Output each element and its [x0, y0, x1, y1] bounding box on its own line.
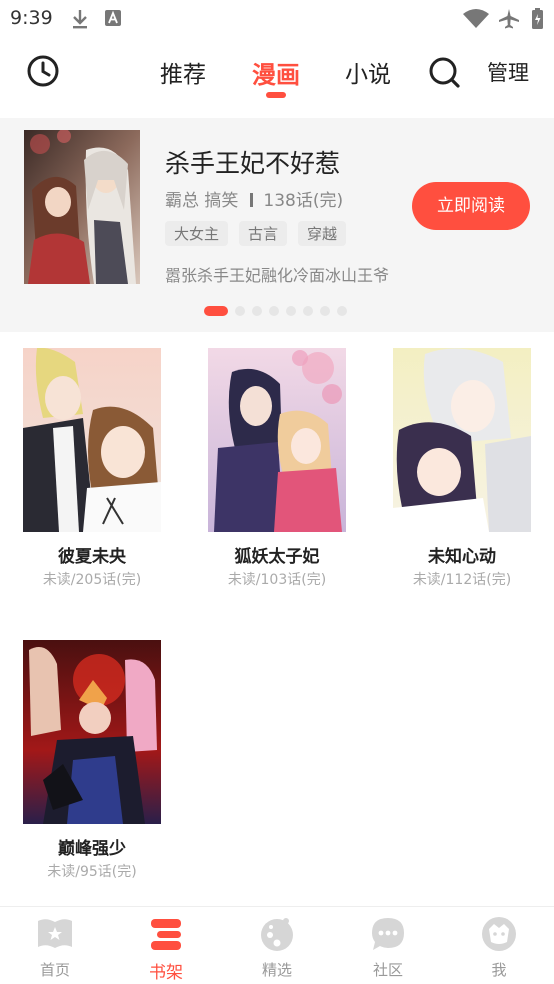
banner-page-dot[interactable] — [303, 306, 313, 316]
book-title[interactable]: 巅峰强少 — [23, 834, 161, 859]
nav-community[interactable]: 社区 — [333, 907, 443, 984]
banner-tags: 大女主 古言 穿越 — [165, 221, 357, 246]
banner-description: 嚣张杀手王妃融化冷面冰山王爷 — [165, 266, 390, 285]
book-progress: 未读/103话(完) — [227, 572, 327, 588]
airplane-icon — [497, 8, 521, 34]
top-nav: 推荐 漫画 小说 管理 — [0, 40, 554, 106]
book-progress: 未读/112话(完) — [412, 572, 512, 588]
manage-button[interactable]: 管理 — [487, 57, 529, 87]
nav-home[interactable]: 首页 — [0, 907, 110, 984]
banner-page-dot[interactable] — [269, 306, 279, 316]
book-title[interactable]: 未知心动 — [393, 542, 531, 567]
nav-profile[interactable]: 我 — [444, 907, 554, 984]
bookshelf-icon — [147, 915, 185, 953]
nav-label: 我 — [491, 961, 507, 979]
banner-page-dot[interactable] — [252, 306, 262, 316]
banner-page-dot[interactable] — [286, 306, 296, 316]
book-progress: 未读/95话(完) — [47, 864, 137, 880]
banner-tag[interactable]: 古言 — [239, 221, 288, 246]
community-icon — [369, 915, 407, 953]
book-cover-image[interactable] — [23, 348, 161, 532]
banner-tag[interactable]: 穿越 — [298, 221, 347, 246]
book-title[interactable]: 狐妖太子妃 — [208, 542, 346, 567]
history-icon — [27, 55, 59, 87]
banner-title[interactable]: 杀手王妃不好惹 — [165, 144, 340, 180]
tab-novels[interactable]: 小说 — [345, 55, 391, 89]
nav-label: 精选 — [261, 961, 292, 979]
home-book-icon — [36, 915, 74, 953]
status-time: 9:39 — [10, 7, 53, 29]
nav-featured[interactable]: 精选 — [222, 907, 332, 984]
nav-label: 首页 — [39, 961, 70, 979]
banner-page-dot[interactable] — [235, 306, 245, 316]
tab-comics[interactable]: 漫画 — [252, 55, 300, 90]
banner-page-dot[interactable] — [320, 306, 330, 316]
status-bar: 9:39 — [0, 0, 554, 38]
nav-bookshelf[interactable]: 书架 — [111, 907, 221, 984]
nav-label: 书架 — [149, 963, 183, 983]
banner-meta: 霸总 搞笑 138话(完) — [165, 186, 343, 211]
history-button[interactable] — [26, 54, 60, 88]
book-cover-image[interactable] — [208, 348, 346, 532]
book-cover-image[interactable] — [23, 640, 161, 824]
banner-chapters: 138话(完) — [263, 191, 344, 211]
banner-tag[interactable]: 大女主 — [165, 221, 229, 246]
a-icon — [104, 8, 122, 32]
book-cover-image[interactable] — [393, 348, 531, 532]
download-icon — [70, 8, 90, 34]
featured-icon — [258, 915, 296, 953]
profile-icon — [480, 915, 518, 953]
read-now-button[interactable]: 立即阅读 — [412, 182, 530, 230]
search-icon — [429, 57, 460, 88]
bottom-nav: 首页 书架 精选 社区 我 — [0, 906, 554, 984]
active-tab-indicator — [266, 92, 286, 98]
search-button[interactable] — [428, 56, 460, 88]
banner-cover-image[interactable] — [24, 130, 140, 284]
wifi-icon — [462, 8, 490, 34]
featured-banner[interactable]: 杀手王妃不好惹 霸总 搞笑 138话(完) 大女主 古言 穿越 嚣张杀手王妃融化冷面冰… — [0, 118, 554, 332]
banner-page-dot[interactable] — [337, 306, 347, 316]
banner-genres: 霸总 搞笑 — [165, 191, 239, 211]
book-progress: 未读/205话(完) — [42, 572, 142, 588]
book-title[interactable]: 彼夏未央 — [23, 542, 161, 567]
tab-recommend[interactable]: 推荐 — [160, 55, 206, 89]
battery-icon — [531, 8, 544, 34]
meta-divider — [250, 193, 254, 207]
nav-label: 社区 — [372, 961, 403, 979]
banner-page-dot[interactable] — [204, 306, 228, 316]
